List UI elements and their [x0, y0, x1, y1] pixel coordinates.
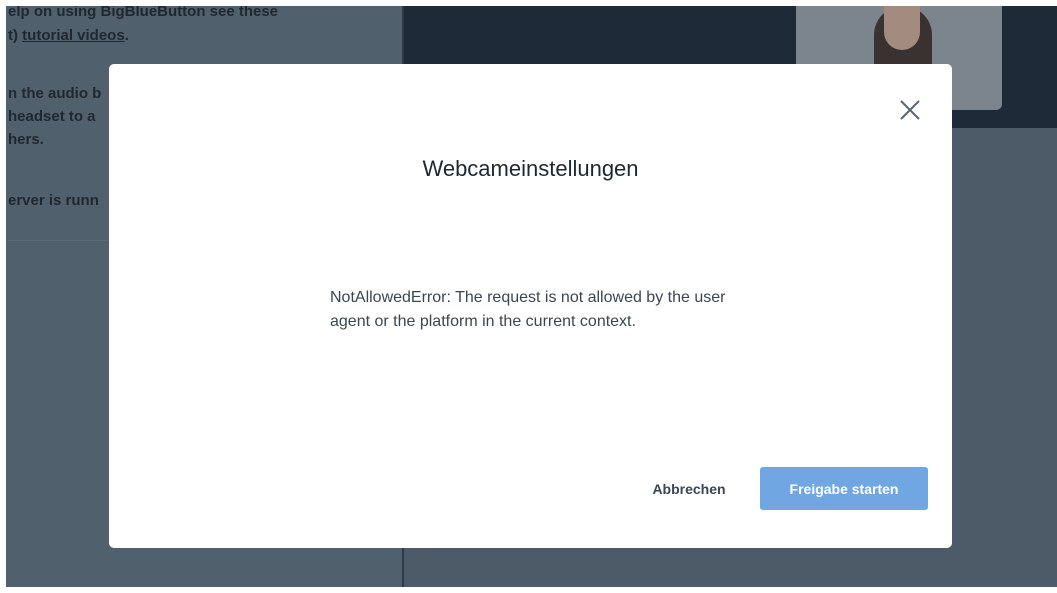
close-button[interactable]	[897, 97, 923, 123]
webcam-settings-modal: Webcameinstellungen NotAllowedError: The…	[109, 64, 952, 548]
close-icon	[900, 100, 920, 120]
chat-line: elp on using BigBlueButton see these	[8, 6, 279, 20]
start-sharing-button[interactable]: Freigabe starten	[760, 467, 928, 510]
chat-line: headset to a	[8, 108, 96, 125]
chat-line: t) tutorial videos.	[8, 27, 129, 44]
modal-footer: Abbrechen Freigabe starten	[109, 467, 952, 510]
chat-line: hers.	[8, 131, 44, 148]
chat-line: n the audio b	[8, 85, 102, 102]
chat-line: erver is runn	[8, 192, 99, 209]
error-message: NotAllowedError: The request is not allo…	[330, 289, 726, 330]
modal-title: Webcameinstellungen	[422, 156, 639, 181]
participant-face	[884, 6, 920, 50]
cancel-button[interactable]: Abbrechen	[639, 467, 739, 510]
tutorial-videos-link[interactable]: tutorial videos	[22, 27, 125, 44]
